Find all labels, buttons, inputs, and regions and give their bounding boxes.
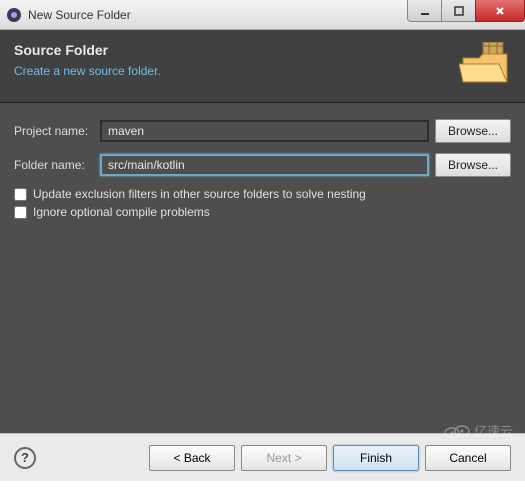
ignore-optional-row: Ignore optional compile problems bbox=[14, 205, 511, 219]
finish-button[interactable]: Finish bbox=[333, 445, 419, 471]
window-controls bbox=[408, 0, 525, 29]
close-button[interactable] bbox=[475, 0, 525, 22]
project-name-label: Project name: bbox=[14, 124, 94, 138]
project-name-row: Project name: Browse... bbox=[14, 119, 511, 143]
maximize-button[interactable] bbox=[441, 0, 476, 22]
folder-browse-button[interactable]: Browse... bbox=[435, 153, 511, 177]
help-icon[interactable]: ? bbox=[14, 447, 36, 469]
folder-open-icon bbox=[459, 42, 511, 86]
button-bar: ? < Back Next > Finish Cancel bbox=[0, 433, 525, 481]
window-title: New Source Folder bbox=[28, 8, 131, 22]
page-subtitle: Create a new source folder. bbox=[14, 64, 459, 78]
form-area: Project name: Browse... Folder name: Bro… bbox=[0, 103, 525, 433]
titlebar[interactable]: New Source Folder bbox=[0, 0, 525, 30]
project-name-input[interactable] bbox=[100, 120, 429, 142]
ignore-optional-checkbox[interactable] bbox=[14, 206, 27, 219]
page-title: Source Folder bbox=[14, 42, 459, 58]
folder-name-row: Folder name: Browse... bbox=[14, 153, 511, 177]
ignore-optional-label: Ignore optional compile problems bbox=[33, 205, 210, 219]
update-exclusion-label: Update exclusion filters in other source… bbox=[33, 187, 366, 201]
folder-name-input[interactable] bbox=[100, 154, 429, 176]
app-icon bbox=[6, 7, 22, 23]
back-button[interactable]: < Back bbox=[149, 445, 235, 471]
folder-name-label: Folder name: bbox=[14, 158, 94, 172]
minimize-button[interactable] bbox=[407, 0, 442, 22]
update-exclusion-checkbox[interactable] bbox=[14, 188, 27, 201]
cancel-button[interactable]: Cancel bbox=[425, 445, 511, 471]
header-panel: Source Folder Create a new source folder… bbox=[0, 30, 525, 103]
update-exclusion-row: Update exclusion filters in other source… bbox=[14, 187, 511, 201]
next-button: Next > bbox=[241, 445, 327, 471]
project-browse-button[interactable]: Browse... bbox=[435, 119, 511, 143]
